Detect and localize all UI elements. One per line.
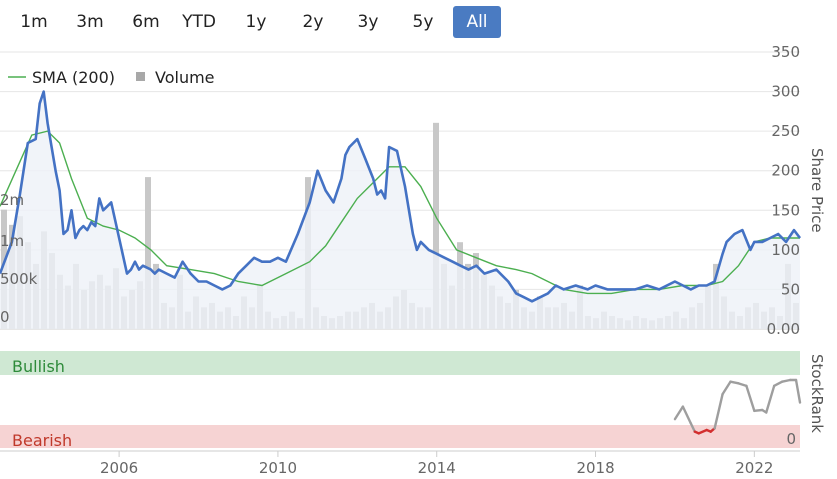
x-tick-label: 2018 — [576, 459, 614, 477]
stockrank-zero-label: 0 — [786, 430, 796, 448]
price-tick-label: 200 — [771, 162, 800, 180]
x-tick-label: 2010 — [259, 459, 297, 477]
price-tick-label: 0.00 — [767, 320, 800, 338]
stockrank-segment — [673, 405, 685, 421]
legend: SMA (200) Volume — [8, 68, 215, 87]
stockrank-segment — [765, 384, 776, 414]
price-tick-label: 150 — [771, 201, 800, 219]
price-tick-label: 350 — [771, 43, 800, 61]
price-tick-label: 50 — [781, 280, 800, 298]
volume-tick-label: 500k — [0, 270, 38, 288]
stockrank-segment — [737, 382, 748, 388]
price-tick-label: 250 — [771, 122, 800, 140]
x-tick-label: 2014 — [418, 459, 456, 477]
volume-tick-label: 2m — [0, 191, 24, 209]
bullish-band — [0, 351, 800, 375]
legend-sma-label: SMA (200) — [32, 68, 115, 87]
volume-tick-label: 1m — [0, 232, 24, 250]
share-price-axis-title: Share Price — [808, 148, 826, 233]
stockrank-axis-title: StockRank — [808, 354, 826, 433]
stockrank-segment — [772, 380, 784, 388]
stockrank-segment — [794, 378, 802, 404]
price-tick-label: 100 — [771, 241, 800, 259]
stockrank-segment — [713, 392, 724, 430]
stockrank-segment — [780, 378, 792, 383]
volume-legend-icon — [136, 72, 145, 81]
bearish-band — [0, 425, 800, 448]
bullish-label: Bullish — [12, 357, 65, 376]
price-tick-label: 300 — [771, 83, 800, 101]
legend-volume-label: Volume — [155, 68, 215, 87]
price-chart: 350 300 250 200 150 100 50 0.00 2m 1m 500k 0 Share P… — [0, 43, 826, 477]
volume-tick-label: 0 — [0, 308, 10, 326]
x-tick-label: 2006 — [100, 459, 138, 477]
stockrank-segment — [729, 380, 740, 385]
x-tick-label: 2022 — [735, 459, 773, 477]
stockrank-segment — [745, 384, 756, 413]
stockrank-segment — [721, 380, 732, 396]
bearish-label: Bearish — [12, 431, 72, 450]
stockrank-segment — [681, 405, 693, 425]
